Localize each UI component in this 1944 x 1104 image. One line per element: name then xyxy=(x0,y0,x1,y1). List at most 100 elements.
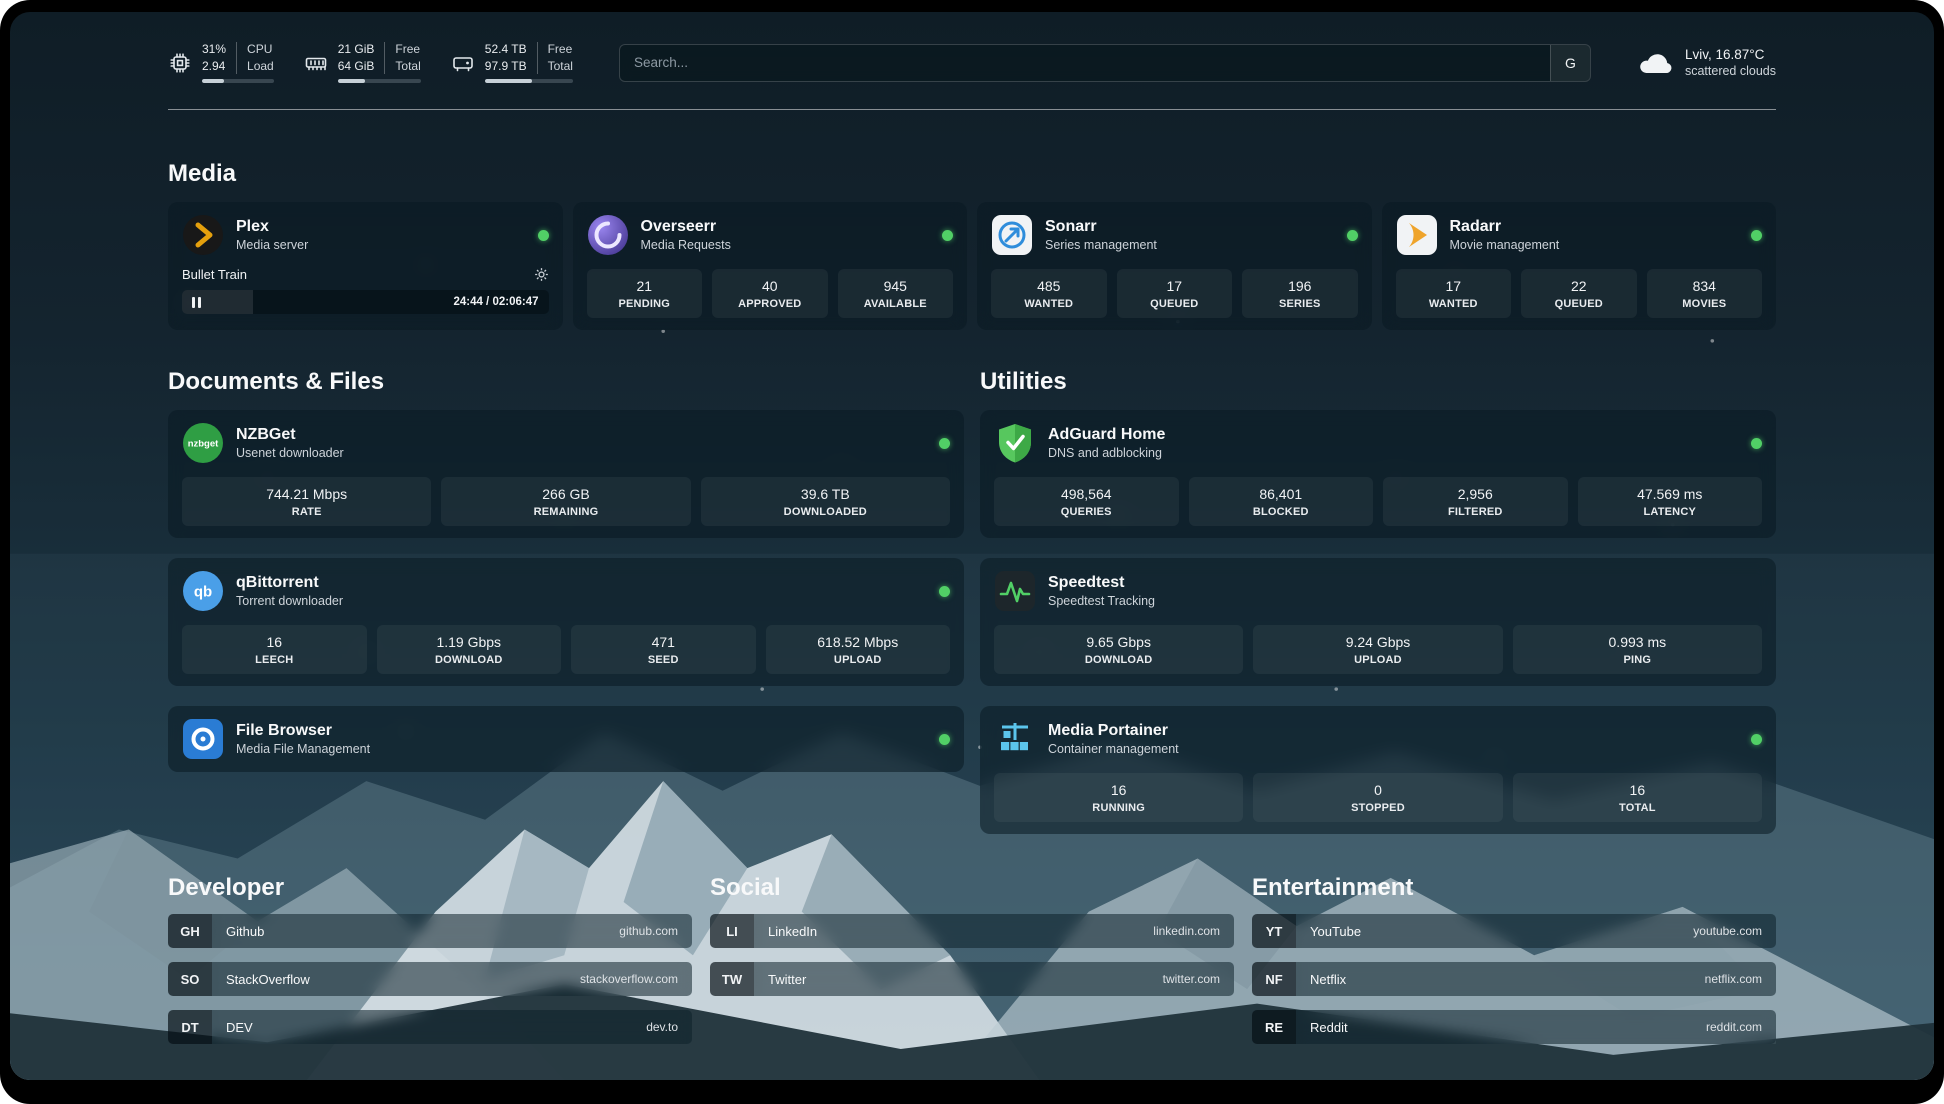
sonarr-text: Sonarr Series management xyxy=(1045,218,1157,252)
section-title-developer: Developer xyxy=(168,874,692,902)
link-url: reddit.com xyxy=(1706,1020,1762,1034)
svg-text:qb: qb xyxy=(194,584,212,601)
stat-box: 834MOVIES xyxy=(1647,269,1763,318)
cpu-progress-fill xyxy=(202,79,224,83)
ram-total-value: 64 GiB xyxy=(338,59,375,75)
stat-box: 22QUEUED xyxy=(1521,269,1637,318)
status-dot xyxy=(1751,734,1762,745)
system-metrics: 31% 2.94 CPU Load xyxy=(168,42,573,83)
link-netflix[interactable]: NF Netflixnetflix.com xyxy=(1252,962,1776,996)
nzbget-card[interactable]: nzbget NZBGet Usenet downloader 744.21 M… xyxy=(168,410,964,538)
plex-card[interactable]: Plex Media server Bullet Train xyxy=(168,202,563,330)
app-name: AdGuard Home xyxy=(1048,426,1165,444)
app-subtitle: Series management xyxy=(1045,238,1157,252)
stat-box: 618.52 MbpsUPLOAD xyxy=(766,625,951,674)
app-subtitle: Usenet downloader xyxy=(236,446,344,460)
app-subtitle: Torrent downloader xyxy=(236,594,343,608)
section-social: Social LI LinkedInlinkedin.com TW Twitte… xyxy=(710,874,1234,1044)
ram-progress-bar xyxy=(338,79,421,83)
disk-progress-bar xyxy=(485,79,573,83)
stat-box: 2,956FILTERED xyxy=(1383,477,1568,526)
ram-icon xyxy=(304,51,328,75)
app-name: qBittorrent xyxy=(236,574,343,592)
link-stackoverflow[interactable]: SO StackOverflowstackoverflow.com xyxy=(168,962,692,996)
link-youtube[interactable]: YT YouTubeyoutube.com xyxy=(1252,914,1776,948)
youtube-badge: YT xyxy=(1252,914,1296,948)
metric-separator xyxy=(537,42,538,74)
disk-drive-icon xyxy=(451,51,475,75)
stat-box: 0STOPPED xyxy=(1253,773,1502,822)
dev-badge: DT xyxy=(168,1010,212,1044)
playback-progress-bar[interactable]: 24:44 / 02:06:47 xyxy=(182,290,549,314)
section-developer: Developer GH Githubgithub.com SO StackOv… xyxy=(168,874,692,1044)
link-reddit[interactable]: RE Redditreddit.com xyxy=(1252,1010,1776,1044)
pause-icon[interactable] xyxy=(192,297,201,308)
sonarr-card[interactable]: Sonarr Series management 485WANTED 17QUE… xyxy=(977,202,1372,330)
nzbget-icon: nzbget xyxy=(182,422,224,464)
link-url: github.com xyxy=(619,924,678,938)
app-subtitle: Container management xyxy=(1048,742,1179,756)
qbittorrent-card[interactable]: qb qBittorrent Torrent downloader 16LEEC… xyxy=(168,558,964,686)
speedtest-text: Speedtest Speedtest Tracking xyxy=(1048,574,1155,608)
overseerr-stats: 21PENDING 40APPROVED 945AVAILABLE xyxy=(587,269,954,318)
cpu-percent: 31% xyxy=(202,42,226,58)
status-dot xyxy=(939,586,950,597)
speedtest-card[interactable]: Speedtest Speedtest Tracking 9.65 GbpsDO… xyxy=(980,558,1776,686)
link-name: Netflix xyxy=(1310,972,1346,987)
settings-gear-icon[interactable] xyxy=(534,267,549,282)
status-dot xyxy=(1751,230,1762,241)
radarr-card[interactable]: Radarr Movie management 17WANTED 22QUEUE… xyxy=(1382,202,1777,330)
cpu-load-label: Load xyxy=(247,59,274,75)
app-name: File Browser xyxy=(236,722,370,740)
reddit-badge: RE xyxy=(1252,1010,1296,1044)
stat-box: 21PENDING xyxy=(587,269,703,318)
section-utilities: Utilities AdGuard Home DNS and adblockin… xyxy=(980,368,1776,834)
search-input[interactable] xyxy=(620,45,1550,81)
dashboard-screen: 31% 2.94 CPU Load xyxy=(10,12,1934,1080)
middle-columns: Documents & Files nzbget NZBGet Usenet d… xyxy=(168,368,1776,834)
section-title-media: Media xyxy=(168,160,1776,188)
disk-total-label: Total xyxy=(548,59,573,75)
disk-total-value: 97.9 TB xyxy=(485,59,527,75)
app-subtitle: DNS and adblocking xyxy=(1048,446,1165,460)
link-url: netflix.com xyxy=(1705,972,1762,986)
ram-free-value: 21 GiB xyxy=(338,42,375,58)
app-name: Sonarr xyxy=(1045,218,1157,236)
link-url: dev.to xyxy=(646,1020,678,1034)
weather-location: Lviv, 16.87°C xyxy=(1685,47,1776,62)
filebrowser-card[interactable]: File Browser Media File Management xyxy=(168,706,964,772)
search-bar: G xyxy=(619,44,1591,82)
app-subtitle: Media File Management xyxy=(236,742,370,756)
app-subtitle: Media server xyxy=(236,238,308,252)
stat-box: 485WANTED xyxy=(991,269,1107,318)
stat-box: 16RUNNING xyxy=(994,773,1243,822)
status-dot xyxy=(1347,230,1358,241)
link-github[interactable]: GH Githubgithub.com xyxy=(168,914,692,948)
link-linkedin[interactable]: LI LinkedInlinkedin.com xyxy=(710,914,1234,948)
portainer-card[interactable]: Media Portainer Container management 16R… xyxy=(980,706,1776,834)
status-dot xyxy=(942,230,953,241)
dashboard-content: 31% 2.94 CPU Load xyxy=(10,12,1934,1080)
search-engine-button[interactable]: G xyxy=(1550,45,1590,81)
stat-box: 16TOTAL xyxy=(1513,773,1762,822)
cpu-metric: 31% 2.94 CPU Load xyxy=(168,42,274,83)
stat-box: 40APPROVED xyxy=(712,269,828,318)
section-title-social: Social xyxy=(710,874,1234,902)
link-dev[interactable]: DT DEVdev.to xyxy=(168,1010,692,1044)
link-url: stackoverflow.com xyxy=(580,972,678,986)
portainer-icon xyxy=(994,718,1036,760)
section-media: Media Plex Media server xyxy=(168,160,1776,330)
disk-metric: 52.4 TB 97.9 TB Free Total xyxy=(451,42,573,83)
stat-box: 945AVAILABLE xyxy=(838,269,954,318)
adguard-card[interactable]: AdGuard Home DNS and adblocking 498,564Q… xyxy=(980,410,1776,538)
metric-separator xyxy=(236,42,237,74)
nzbget-text: NZBGet Usenet downloader xyxy=(236,426,344,460)
app-name: Plex xyxy=(236,218,308,236)
app-name: Media Portainer xyxy=(1048,722,1179,740)
speedtest-icon xyxy=(994,570,1036,612)
qbittorrent-stats: 16LEECH 1.19 GbpsDOWNLOAD 471SEED 618.52… xyxy=(182,625,950,674)
status-dot xyxy=(1751,438,1762,449)
now-playing-title: Bullet Train xyxy=(182,267,247,282)
overseerr-card[interactable]: Overseerr Media Requests 21PENDING 40APP… xyxy=(573,202,968,330)
link-twitter[interactable]: TW Twittertwitter.com xyxy=(710,962,1234,996)
